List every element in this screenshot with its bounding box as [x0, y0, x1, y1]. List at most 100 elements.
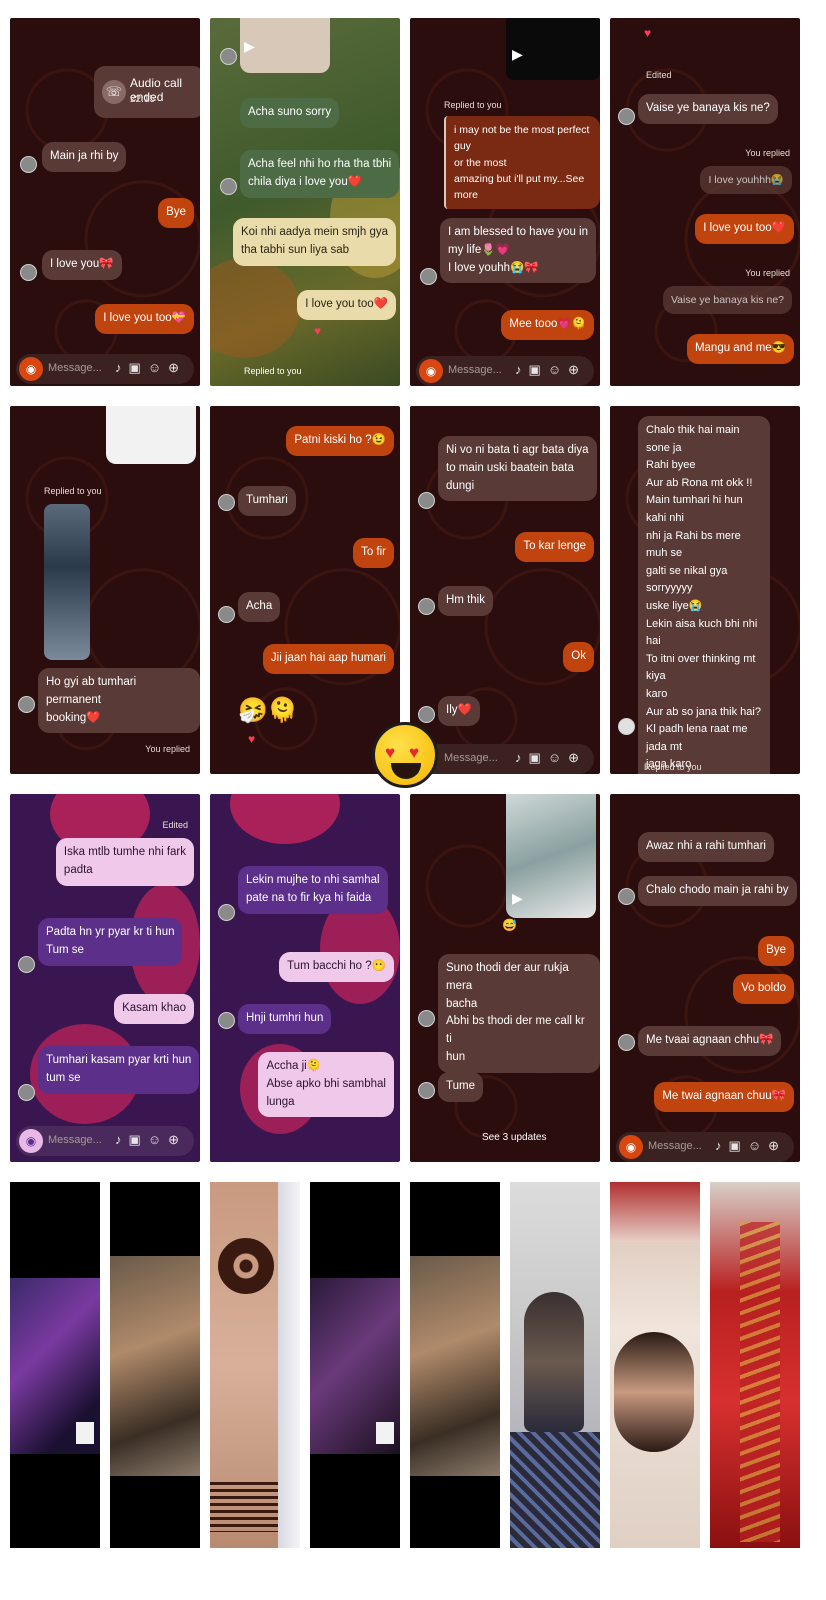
message-sent: Vo boldo: [733, 974, 794, 1004]
photo-edge: [278, 1182, 300, 1548]
message-bar: ◉ Message... ♪▣☺⊕: [416, 356, 594, 386]
message-bar: Message... ♪▣☺⊕: [416, 744, 594, 774]
reel-icon: ▶: [512, 890, 523, 906]
message-sent: Tum bacchi ho ?😶: [279, 952, 394, 982]
message-sent: Mee tooo💗🫠: [501, 310, 594, 340]
leaf-decoration: [210, 258, 300, 358]
message-input[interactable]: Message...: [48, 1134, 102, 1146]
avatar: [20, 156, 37, 173]
reaction-heart-icon: ♥: [248, 732, 256, 746]
avatar: [418, 1082, 435, 1099]
message-received: I love you🎀: [42, 250, 122, 280]
photo-person: [614, 1332, 694, 1452]
chat-screenshot-5: Replied to you Ho gyi ab tumhari permane…: [10, 406, 200, 774]
photo-concert-selfie[interactable]: [10, 1182, 100, 1548]
message-sent: I love you too❤️: [695, 214, 794, 244]
message-received: Tumhari: [238, 486, 296, 516]
photo-person: [524, 1292, 584, 1432]
image-thumbnail[interactable]: [106, 406, 196, 464]
message-received: Hm thik: [438, 586, 493, 616]
photo-content: [110, 1256, 200, 1476]
camera-icon[interactable]: ◉: [619, 1135, 643, 1159]
edited-label: Edited: [646, 70, 672, 80]
photo-dress: [510, 1432, 600, 1548]
reaction-emoji: 😅: [502, 918, 517, 932]
avatar: [420, 268, 437, 285]
message-received: Me tvaai agnaan chhu🎀: [638, 1026, 782, 1056]
photo-sticker: [376, 1422, 394, 1444]
avatar: [220, 48, 237, 65]
photo-couple-dark[interactable]: [310, 1182, 400, 1548]
message-input[interactable]: Message...: [48, 362, 102, 374]
message-received: Awaz nhi a rahi tumhari: [638, 832, 774, 862]
avatar: [618, 1034, 635, 1051]
composer-icons[interactable]: ♪▣☺⊕: [115, 1132, 186, 1148]
bg-decoration: [230, 794, 340, 844]
message-sent: To kar lenge: [515, 532, 594, 562]
message-sent: Iska mtlb tumhe nhi fark padta: [55, 838, 194, 886]
message-received: Chalo chodo main ja rahi by: [638, 876, 797, 906]
reaction-heart-icon: ♥: [644, 26, 652, 40]
message-received: Chalo thik hai main sone ja Rahi byee Au…: [638, 416, 770, 774]
message-received: Acha suno sorry: [240, 98, 340, 128]
photo-mirror-selfie[interactable]: [510, 1182, 600, 1548]
photo-red-saree[interactable]: [710, 1182, 800, 1548]
message-input[interactable]: Message...: [648, 1140, 702, 1152]
composer-icons[interactable]: ♪▣☺⊕: [515, 362, 586, 378]
quoted-photo[interactable]: [44, 504, 90, 660]
message-sent: Ok: [563, 642, 594, 672]
avatar: [418, 598, 435, 615]
photo-hands-bracelet[interactable]: [110, 1182, 200, 1548]
message-input[interactable]: Message...: [448, 364, 502, 376]
avatar: [618, 888, 635, 905]
audio-call-ended-card[interactable]: ☏ Audio call ended 22:15: [94, 66, 200, 118]
avatar: [418, 1010, 435, 1027]
photo-glasses-selfie[interactable]: [610, 1182, 700, 1548]
camera-icon[interactable]: ◉: [419, 359, 443, 383]
message-received: Tume: [438, 1072, 483, 1102]
avatar: [218, 494, 235, 511]
message-received: Tumhari kasam pyar krti hun tum se: [38, 1046, 200, 1094]
avatar: [18, 956, 35, 973]
replied-label: Replied to you: [444, 100, 502, 110]
chat-screenshot-3: ▶ Replied to you i may not be the most p…: [410, 18, 600, 386]
chat-screenshot-1: ☏ Audio call ended 22:15 Main ja rhi by …: [10, 18, 200, 386]
photo-content: [410, 1256, 500, 1476]
message-sent: Bye: [758, 936, 794, 966]
avatar: [218, 606, 235, 623]
photo-detail: [610, 1182, 700, 1242]
quoted-message[interactable]: i may not be the most perfect guy or the…: [444, 116, 600, 210]
message-sent: Jii jaan hai aap humari: [262, 644, 394, 674]
message-received: Lekin mujhe to nhi samhal pate na to fir…: [238, 866, 388, 914]
composer-icons[interactable]: ♪▣☺⊕: [715, 1138, 786, 1154]
heart-eyes-emoji-icon: ♥ ♥: [372, 722, 438, 788]
camera-icon[interactable]: ◉: [19, 1129, 43, 1153]
message-received: Padta hn yr pyar kr ti hun Tum se: [38, 918, 183, 966]
you-replied-label: You replied: [745, 268, 790, 278]
see-updates-link[interactable]: See 3 updates: [482, 1132, 547, 1143]
message-bar: ◉ Message... ♪▣☺⊕: [16, 354, 194, 384]
avatar: [218, 1012, 235, 1029]
photo-henna-hand[interactable]: [210, 1182, 300, 1548]
message-received: Hnji tumhri hun: [238, 1004, 332, 1034]
message-bar: ◉ Message... ♪▣☺⊕: [616, 1132, 794, 1162]
message-input[interactable]: Message...: [444, 752, 498, 764]
chat-screenshot-9: Edited Iska mtlb tumhe nhi fark padta Pa…: [10, 794, 200, 1162]
message-sent: Patni kiski ho ?😉: [286, 426, 394, 456]
photo-hands-bracelet-2[interactable]: [410, 1182, 500, 1548]
quoted-message[interactable]: I love youhhh😭: [700, 166, 792, 195]
chat-screenshot-7: Ni vo ni bata ti agr bata diya to main u…: [410, 406, 600, 774]
henna-pattern: [218, 1238, 274, 1294]
avatar: [20, 264, 37, 281]
message-bar: ◉ Message... ♪▣☺⊕: [16, 1126, 194, 1156]
reel-icon: ▶: [512, 46, 523, 62]
message-received: I am blessed to have you in my life🌷💗 I …: [440, 218, 596, 284]
composer-icons[interactable]: ♪▣☺⊕: [515, 750, 586, 766]
quoted-message[interactable]: Vaise ye banaya kis ne?: [662, 286, 792, 315]
message-received: Acha: [238, 592, 281, 622]
avatar: [18, 696, 35, 713]
camera-icon[interactable]: ◉: [19, 357, 43, 381]
composer-icons[interactable]: ♪▣☺⊕: [115, 360, 186, 376]
chat-screenshot-12: Awaz nhi a rahi tumhari Chalo chodo main…: [610, 794, 800, 1162]
replied-label: Replied to you: [44, 486, 102, 496]
